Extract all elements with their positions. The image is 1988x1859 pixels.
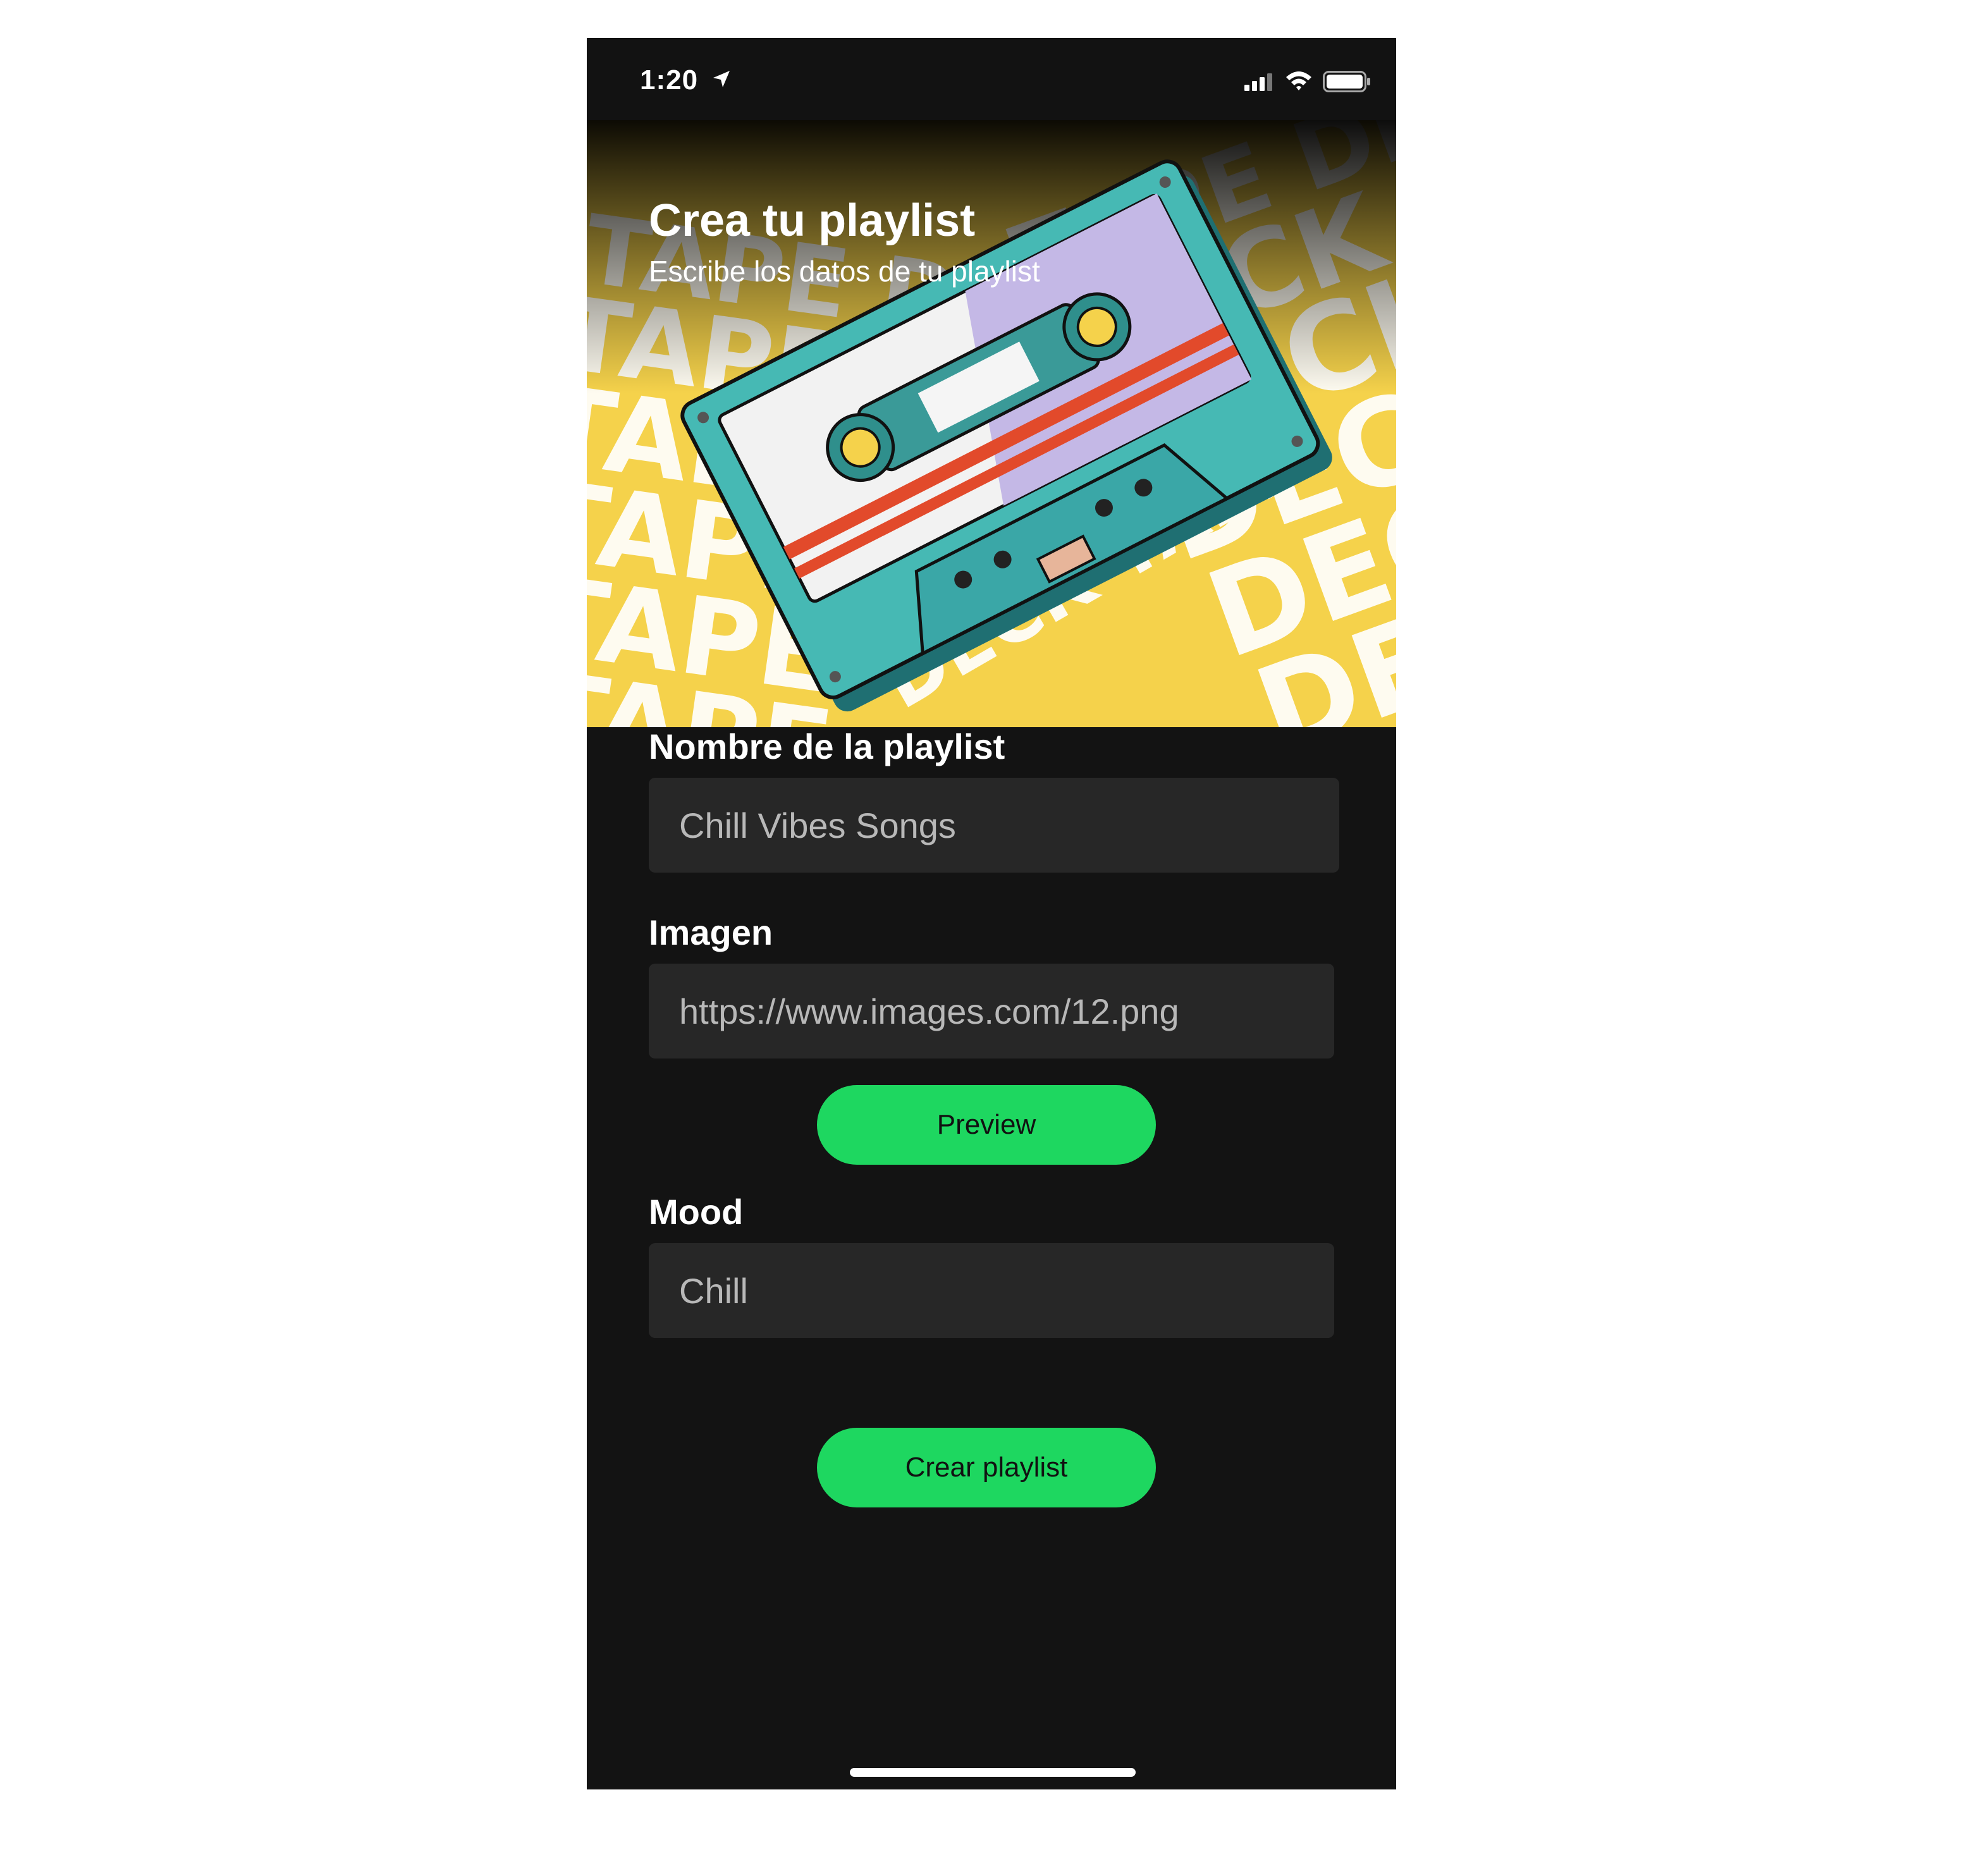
cellular-signal-icon [1244, 73, 1272, 91]
preview-button[interactable]: Preview [817, 1085, 1156, 1165]
status-time: 1:20 [640, 64, 699, 95]
playlist-name-label: Nombre de la playlist [649, 727, 1005, 766]
page-title: Crea tu playlist [649, 195, 976, 246]
page-subtitle: Escribe los datos de tu playlist [649, 255, 1040, 288]
create-playlist-button[interactable]: Crear playlist [817, 1428, 1156, 1507]
playlist-name-input[interactable]: Chill Vibes Songs [649, 778, 1339, 873]
battery-icon [1323, 71, 1370, 92]
status-bar: 1:20 [587, 38, 1396, 120]
image-label: Imagen [649, 912, 773, 952]
image-url-input[interactable]: https://www.images.com/12.png [649, 964, 1334, 1058]
home-indicator [850, 1768, 1136, 1777]
location-arrow-icon [713, 71, 730, 87]
mood-label: Mood [649, 1192, 744, 1232]
wifi-icon [1286, 71, 1311, 90]
mood-input[interactable]: Chill [649, 1243, 1334, 1338]
header-banner: TAPE DECK TAPE DECK TAPE TAPE TAPE TAPE … [587, 120, 1396, 727]
phone-screen: 1:20 Crea tu playlist Escribe los datos … [587, 38, 1396, 1789]
